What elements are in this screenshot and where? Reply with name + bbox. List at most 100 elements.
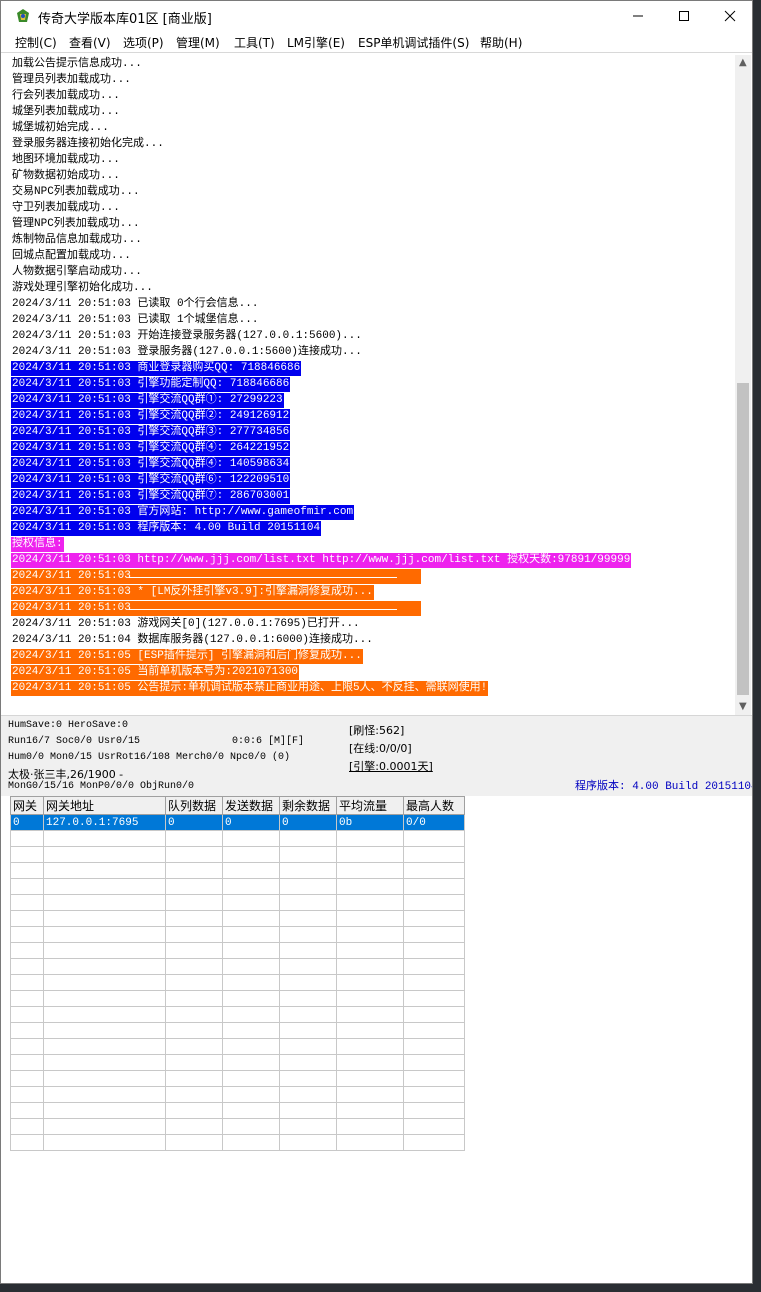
table-row[interactable] (10, 910, 465, 927)
table-cell (336, 958, 404, 975)
column-header[interactable]: 最高人数 (403, 796, 465, 815)
table-cell (336, 910, 404, 927)
close-button[interactable] (707, 1, 752, 31)
table-row[interactable] (10, 1086, 465, 1103)
table-cell (336, 974, 404, 991)
table-cell (403, 894, 465, 911)
scroll-down-icon[interactable]: ▼ (739, 702, 747, 712)
table-cell (222, 830, 280, 847)
table-cell (165, 1022, 223, 1039)
table-row[interactable] (10, 958, 465, 975)
status-save: HumSave:0 HeroSave:0 (8, 720, 129, 731)
table-cell (165, 942, 223, 959)
table-row[interactable] (10, 1054, 465, 1071)
menu-esp-plugin[interactable]: ESP单机调试插件(S) (358, 34, 469, 51)
menu-tools[interactable]: 工具(T) (234, 34, 275, 51)
table-row[interactable] (10, 846, 465, 863)
table-cell (336, 1086, 404, 1103)
table-cell (403, 862, 465, 879)
table-row[interactable] (10, 1006, 465, 1023)
table-row[interactable] (10, 862, 465, 879)
table-cell (222, 1006, 280, 1023)
title-bar[interactable]: 传奇大学版本库01区 [商业版] (1, 1, 752, 31)
table-row[interactable] (10, 1118, 465, 1135)
maximize-button[interactable] (661, 1, 707, 31)
table-cell (165, 1070, 223, 1087)
table-cell (279, 878, 337, 895)
table-row[interactable] (10, 878, 465, 895)
table-cell (279, 1118, 337, 1135)
column-header[interactable]: 剩余数据 (279, 796, 337, 815)
column-header[interactable]: 平均流量 (336, 796, 404, 815)
log-line: 2024/3/11 20:51:03 引擎交流QQ群③: 277734856 (11, 425, 291, 440)
separator-rule (129, 577, 397, 578)
table-row[interactable] (10, 1070, 465, 1087)
status-panel: HumSave:0 HeroSave:0 Run16/7 Soc0/0 Usr0… (1, 715, 752, 796)
table-row[interactable] (10, 1134, 465, 1151)
table-cell (336, 926, 404, 943)
table-cell (165, 846, 223, 863)
table-cell (165, 1086, 223, 1103)
table-cell (10, 942, 44, 959)
table-cell (222, 1022, 280, 1039)
table-cell (336, 1134, 404, 1151)
table-cell (279, 1086, 337, 1103)
menu-help[interactable]: 帮助(H) (480, 34, 522, 51)
menu-lm-engine[interactable]: LM引擎(E) (287, 34, 345, 51)
table-cell (43, 830, 166, 847)
gateway-table[interactable]: 网关 网关地址 队列数据 发送数据 剩余数据 平均流量 最高人数 0 127.0.0.1:76… (10, 796, 465, 1151)
table-cell (165, 894, 223, 911)
table-cell (43, 958, 166, 975)
table-cell (10, 1006, 44, 1023)
table-cell (403, 830, 465, 847)
log-line: 守卫列表加载成功... (12, 202, 120, 214)
column-header[interactable]: 队列数据 (165, 796, 223, 815)
minimize-button[interactable] (615, 1, 661, 31)
table-row[interactable] (10, 926, 465, 943)
status-run: Run16/7 Soc0/0 Usr0/15 (8, 736, 141, 747)
column-header[interactable]: 网关地址 (43, 796, 166, 815)
status-online: [在线:0/0/0] (349, 742, 412, 755)
table-cell (279, 1006, 337, 1023)
table-cell: 0 (279, 814, 337, 831)
table-cell (279, 1134, 337, 1151)
table-row[interactable] (10, 830, 465, 847)
table-row[interactable] (10, 942, 465, 959)
scroll-up-icon[interactable]: ▲ (739, 58, 747, 68)
table-cell (43, 1070, 166, 1087)
table-row[interactable] (10, 974, 465, 991)
table-cell (403, 1054, 465, 1071)
log-panel[interactable]: 加载公告提示信息成功... 管理员列表加载成功... 行会列表加载成功... 城堡列表… (8, 55, 735, 715)
log-scrollbar[interactable]: ▲ ▼ (735, 55, 751, 715)
table-cell (279, 974, 337, 991)
table-cell (222, 958, 280, 975)
table-row[interactable] (10, 990, 465, 1007)
table-cell (403, 990, 465, 1007)
scroll-thumb[interactable] (737, 383, 749, 695)
table-row[interactable] (10, 1102, 465, 1119)
app-icon (17, 9, 29, 22)
table-cell (279, 958, 337, 975)
gateway-grid-area: 网关 网关地址 队列数据 发送数据 剩余数据 平均流量 最高人数 0 127.0.0.1:76… (9, 796, 751, 1283)
menu-manage[interactable]: 管理(M) (176, 34, 220, 51)
table-row[interactable] (10, 1038, 465, 1055)
column-header[interactable]: 网关 (10, 796, 44, 815)
log-line: 加载公告提示信息成功... (12, 58, 142, 70)
table-cell (43, 1022, 166, 1039)
table-row[interactable] (10, 894, 465, 911)
status-engine[interactable]: [引擎:0.0001天] (349, 758, 433, 774)
log-line: 2024/3/11 20:51:03 官方网站: http://www.game… (11, 505, 355, 520)
table-row[interactable] (10, 1022, 465, 1039)
menu-control[interactable]: 控制(C) (15, 34, 57, 51)
table-cell (222, 1038, 280, 1055)
menu-options[interactable]: 选项(P) (123, 34, 164, 51)
main-window: 传奇大学版本库01区 [商业版] 控制(C) 查看(V) 选项(P) 管理(M)… (0, 0, 753, 1284)
log-line: 2024/3/11 20:51:05 [ESP插件提示] 引擎漏洞和后门修复成功… (11, 649, 363, 664)
table-cell (165, 1134, 223, 1151)
log-line: 登录服务器连接初始化完成... (12, 138, 164, 150)
log-line: 2024/3/11 20:51:03 已读取 0个行会信息... (12, 298, 259, 310)
table-row[interactable]: 0 127.0.0.1:7695 0 0 0 0b 0/0 (10, 814, 465, 831)
menu-view[interactable]: 查看(V) (69, 34, 111, 51)
column-header[interactable]: 发送数据 (222, 796, 280, 815)
log-line: 行会列表加载成功... (12, 90, 120, 102)
